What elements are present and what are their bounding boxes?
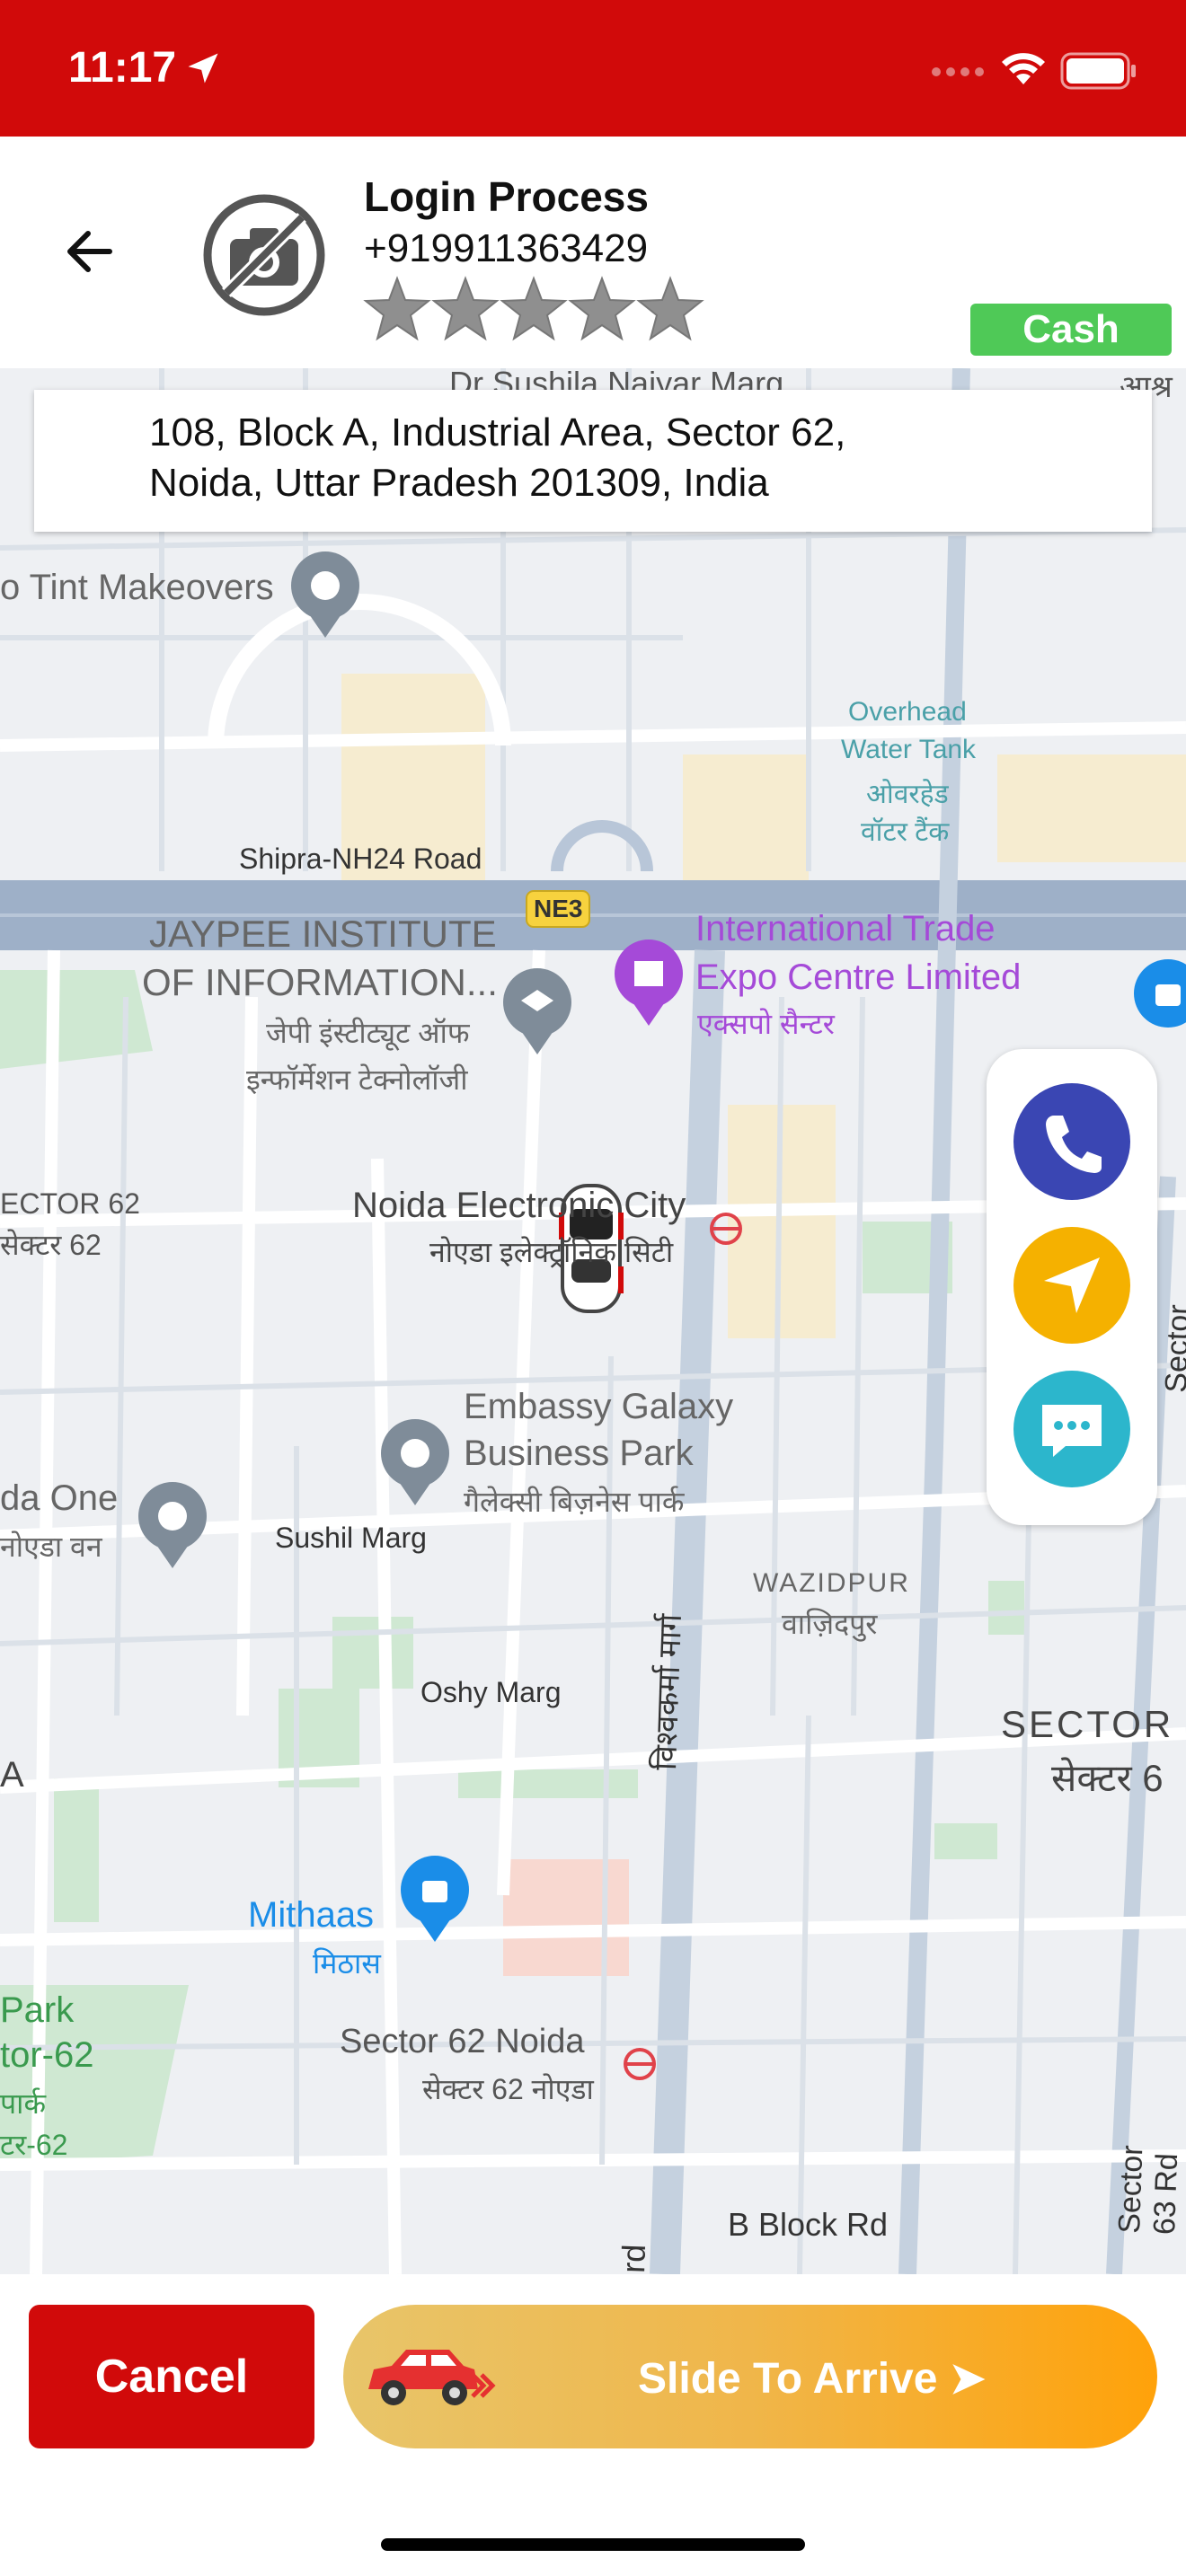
pickup-address-card[interactable]: 108, Block A, Industrial Area, Sector 62… [34,390,1152,532]
rating-stars [363,275,713,348]
map-label: Business Park [464,1434,694,1473]
map-label: वॉटर टैंक [861,817,950,847]
map-label: Park [0,1990,75,2030]
map-label: जेपी इंस्टीट्यूट ऑफ [266,1017,470,1049]
map-label: Expo Centre Limited [695,957,1022,997]
map-label: टर-62 [0,2129,68,2161]
address-line-2: Noida, Uttar Pradesh 201309, India [149,461,769,505]
navigate-button[interactable] [1013,1227,1130,1344]
map-label: Oshy Marg [420,1676,562,1708]
map-label: नोएडा वन [0,1531,102,1563]
chat-button[interactable] [1013,1371,1130,1487]
map-label: पार्क [0,2087,47,2120]
map-label: वाज़िदपुर [782,1608,878,1640]
map-label: सेक्टर 62 [0,1229,102,1261]
map-label: Sector 63 Rd [1159,1303,1186,1394]
chat-bubble-icon [1042,1405,1102,1457]
map-label: o Tint Makeovers [0,568,274,607]
location-arrow-icon [188,53,218,84]
map-label: Sector 63 Rd [1112,2144,1185,2236]
pickup-address-text: 108, Block A, Industrial Area, Sector 62… [149,408,1116,508]
map-label: विश्वकर्मा मार्ग [648,1613,689,1771]
driver-name: Login Process [364,173,649,220]
map-label: Shipra-NH24 Road [239,842,482,875]
map-label: OF INFORMATION... [142,961,498,1003]
call-button[interactable] [1013,1083,1130,1200]
signal-dots-icon [932,67,984,76]
map-label: सेक्टर 6 [1051,1757,1164,1799]
map-label: Sushil Marg [275,1522,427,1554]
map-label: Water Tank [841,735,977,764]
map-label: नोएडा इलेक्ट्रॉनिक सिटी [429,1236,674,1268]
quick-actions-panel [987,1049,1157,1525]
map-label: Overhead [848,697,967,727]
cancel-button[interactable]: Cancel [29,2305,314,2448]
battery-icon [1060,52,1136,90]
map-label: JAYPEE INSTITUTE [149,913,497,955]
driver-phone: +919911363429 [364,226,649,270]
slide-to-arrive-label: Slide To Arrive ➤ [638,2355,986,2403]
car-slider-handle-icon[interactable] [361,2339,496,2420]
payment-badge: Cash [970,304,1172,356]
map-label: सेक्टर 62 नोएडा [422,2073,594,2105]
wifi-icon [1002,53,1045,84]
address-line-1: 108, Block A, Industrial Area, Sector 62… [149,410,846,454]
map-label: International Trade [695,909,996,948]
map-label: Mithaas [248,1895,375,1935]
map-label: WAZIDPUR [753,1568,910,1598]
map-label: rd [615,2244,653,2274]
map-label: ओवरहेड [866,780,949,809]
map-label: एक्सपो सैन्टर [697,1008,835,1040]
map-label: Sector 62 Noida [340,2023,585,2060]
map-label: SECTOR [1001,1703,1174,1745]
status-time: 11:17 [68,44,177,92]
map-label: NE3 [534,895,583,922]
map-label: Embassy Galaxy [464,1387,734,1426]
no-photo-avatar-icon [203,194,325,316]
phone-icon [1046,1116,1102,1173]
map-label: ECTOR 62 [0,1187,140,1220]
navigation-arrow-icon [1044,1257,1100,1313]
map-label: tor-62 [0,2035,94,2075]
map-label: da One [0,1478,119,1518]
back-arrow-icon[interactable] [63,225,117,278]
map-label: गैलेक्सी बिज़नेस पार्क [464,1486,685,1518]
map-label: इन्फॉर्मेशन टेक्नोलॉजी [246,1063,468,1096]
map-label: B Block Rd [728,2206,889,2243]
map-label: मिठास [313,1947,381,1980]
map-label: Noida Electronic City [352,1186,686,1225]
home-indicator [381,2538,805,2551]
map-label: A [0,1755,24,1795]
status-bar: 11:17 [0,0,1186,137]
